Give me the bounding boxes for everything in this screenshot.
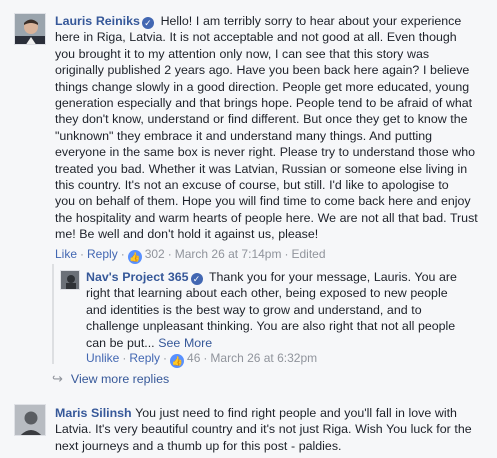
- check-badge-icon: ✓: [141, 17, 154, 29]
- comment-line: challenge unpleasant thinking. You are a…: [86, 319, 456, 334]
- thumbs-up-icon: 👍: [127, 250, 142, 264]
- edited-label[interactable]: Edited: [291, 247, 325, 261]
- comment-line: next journeys and a thumb up for this po…: [55, 438, 342, 453]
- comment-line: things change slowly in a good direction…: [55, 79, 470, 94]
- timestamp[interactable]: March 26 at 7:14pm: [175, 247, 282, 261]
- comment-line: this country. It's not an excuse of cour…: [55, 178, 449, 193]
- comment-line: you brought it to my attention only now,…: [55, 46, 430, 61]
- avatar-navs-project[interactable]: [60, 270, 80, 290]
- comment-line: me! Be well and don't hold it against us…: [55, 227, 319, 242]
- comment-line: they don't know, understand or find diff…: [55, 112, 468, 127]
- see-more-link[interactable]: See More: [158, 336, 212, 350]
- comment-line: Latvia. It's very beautiful country and …: [55, 422, 472, 437]
- comment-line: originally published 2 years ago. Have y…: [55, 63, 470, 78]
- comment-line: Thank you for your message, Lauris. You …: [208, 270, 457, 284]
- avatar-lauris[interactable]: [14, 13, 46, 45]
- view-more-replies[interactable]: ↪ View more replies: [52, 371, 169, 387]
- comment-line: "unknown" they embrace it and understand…: [55, 128, 433, 143]
- comment-line: here in Riga, Latvia. It is not acceptab…: [55, 30, 457, 45]
- unlike-button[interactable]: Unlike: [86, 351, 119, 365]
- comment-line: can be put...: [86, 335, 155, 350]
- view-more-replies-label[interactable]: View more replies: [71, 372, 169, 386]
- reaction-count[interactable]: 46: [187, 351, 200, 365]
- author-name-lauris[interactable]: Lauris Reiniks: [55, 14, 140, 28]
- comment-body-navs: Nav's Project 365 ✓ Thank you for your me…: [86, 269, 490, 351]
- comment-line: right that learning about each other, be…: [86, 286, 448, 301]
- like-button[interactable]: Like: [55, 247, 77, 261]
- comment-line: everyone in the same box is never right.…: [55, 145, 475, 160]
- reply-button[interactable]: Reply: [129, 351, 160, 365]
- comment-line: the hospitality and warm hearts of peopl…: [55, 210, 478, 225]
- comment-line: You just need to find right people and y…: [135, 406, 457, 420]
- author-name-navs[interactable]: Nav's Project 365: [86, 270, 189, 284]
- comment-body-lauris: Lauris Reiniks ✓ Hello! I am terribly sor…: [55, 13, 491, 243]
- timestamp[interactable]: March 26 at 6:32pm: [210, 351, 317, 365]
- comment-line: you on behalf of them. Hope you will fin…: [55, 194, 471, 209]
- avatar-maris[interactable]: [14, 404, 46, 436]
- comment-actions-lauris: Like · Reply · 👍 302 · March 26 at 7:14pm · Edite…: [55, 247, 326, 264]
- thumbs-up-icon: 👍: [170, 354, 185, 368]
- comment-body-maris: Maris Silinsh You just need to find righ…: [55, 405, 491, 454]
- reply-arrow-icon: ↪: [52, 371, 63, 386]
- check-badge-icon: ✓: [190, 273, 203, 285]
- reply-button[interactable]: Reply: [87, 247, 118, 261]
- author-name-maris[interactable]: Maris Silinsh: [55, 406, 132, 420]
- reaction-count[interactable]: 302: [145, 247, 165, 261]
- comment-line: and identities is the best way to grow a…: [86, 302, 422, 317]
- comment-line: Hello! I am terribly sorry to hear about…: [160, 14, 462, 28]
- comment-line: treated you bad. Whether it was Latvian,…: [55, 161, 468, 176]
- comment-actions-navs: Unlike · Reply · 👍 46 · March 26 at 6:32pm: [86, 351, 318, 368]
- comment-line: generation especially and that brings ho…: [55, 96, 473, 111]
- comment-thread: Lauris Reiniks ✓ Hello! I am terribly sor…: [0, 0, 497, 458]
